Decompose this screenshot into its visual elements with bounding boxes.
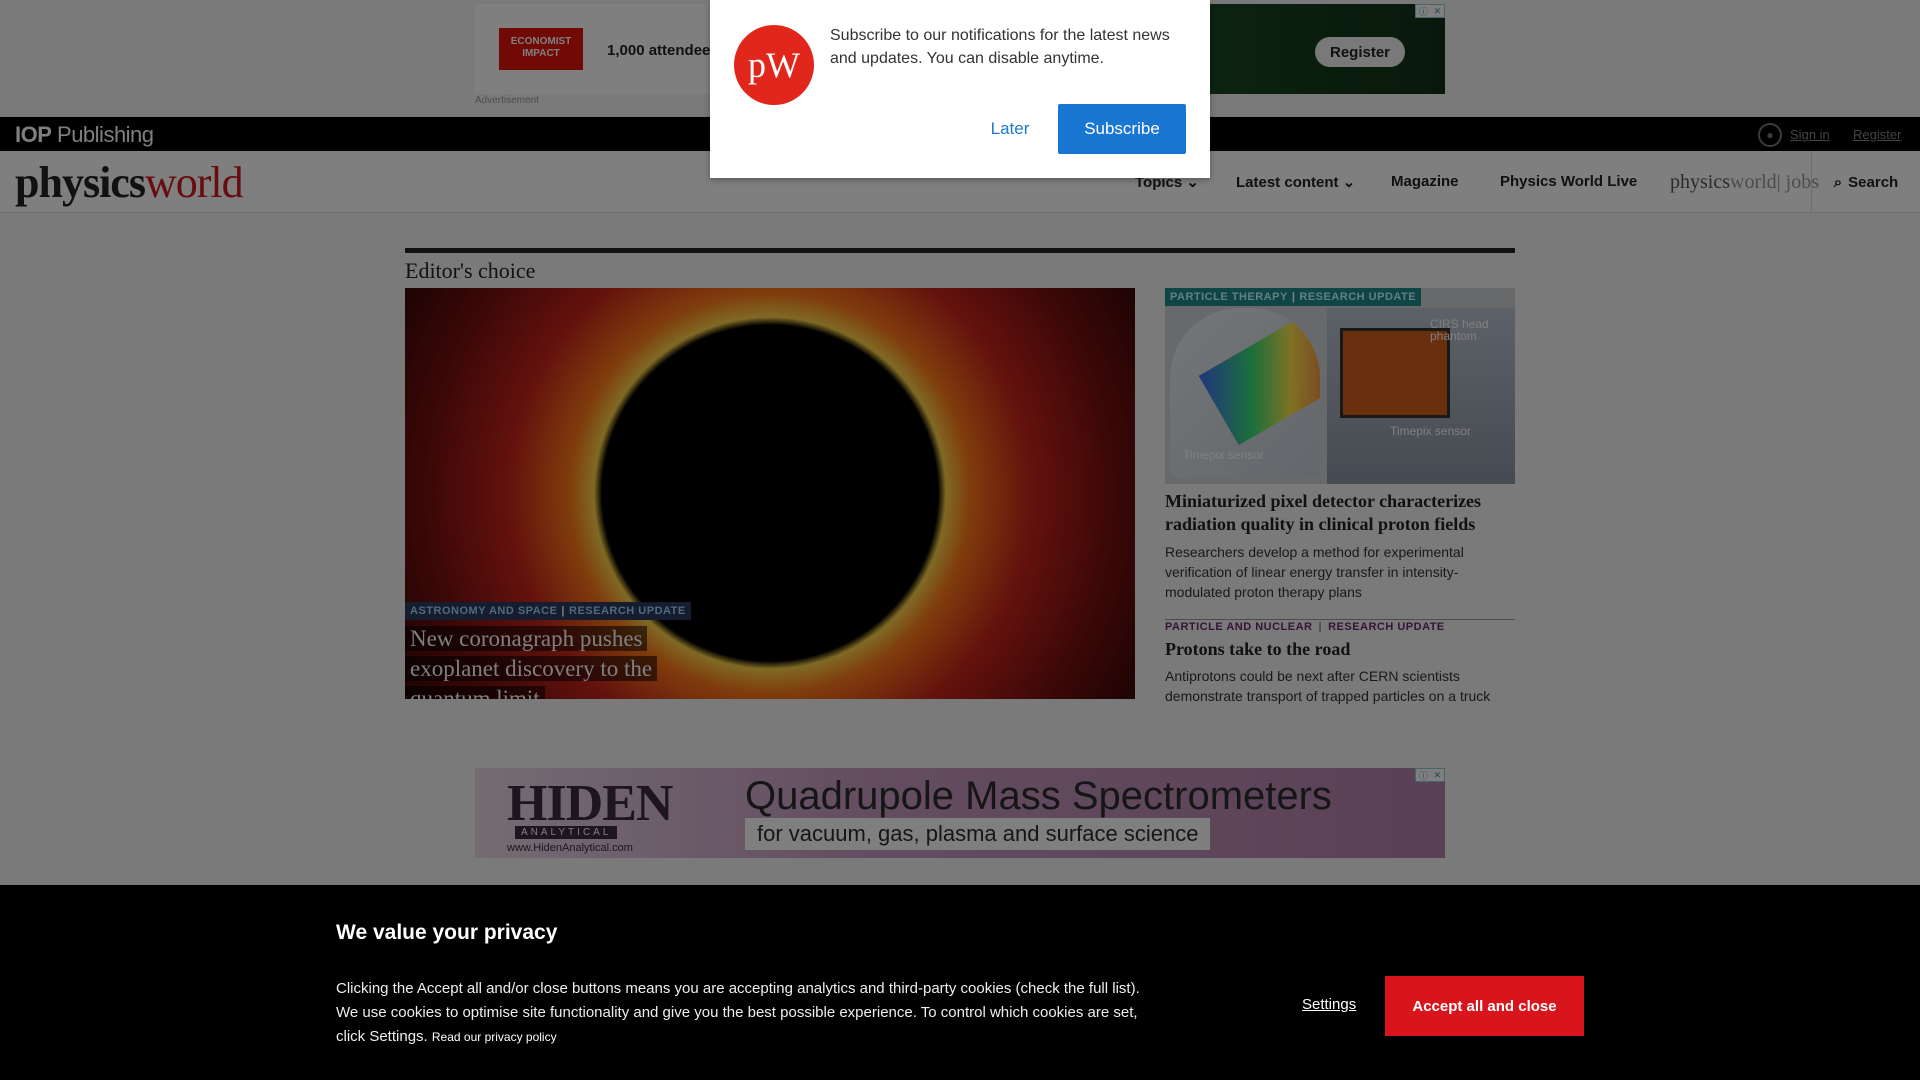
accept-all-button[interactable]: Accept all and close [1385, 976, 1584, 1036]
notification-message: Subscribe to our notifications for the l… [830, 27, 1170, 67]
physics-world-icon: pW [734, 25, 814, 105]
later-button[interactable]: Later [965, 104, 1055, 154]
cookie-settings-link[interactable]: Settings [1302, 996, 1356, 1013]
subscribe-button[interactable]: Subscribe [1058, 104, 1186, 154]
cookie-text: Clicking the Accept all and/or close but… [336, 980, 1140, 1045]
cookie-title: We value your privacy [336, 921, 558, 944]
cookie-banner: We value your privacy Clicking the Accep… [0, 885, 1920, 1080]
privacy-policy-link[interactable]: Read our privacy policy [432, 1030, 557, 1044]
notification-prompt: pW Subscribe to our notifications for th… [710, 0, 1210, 178]
